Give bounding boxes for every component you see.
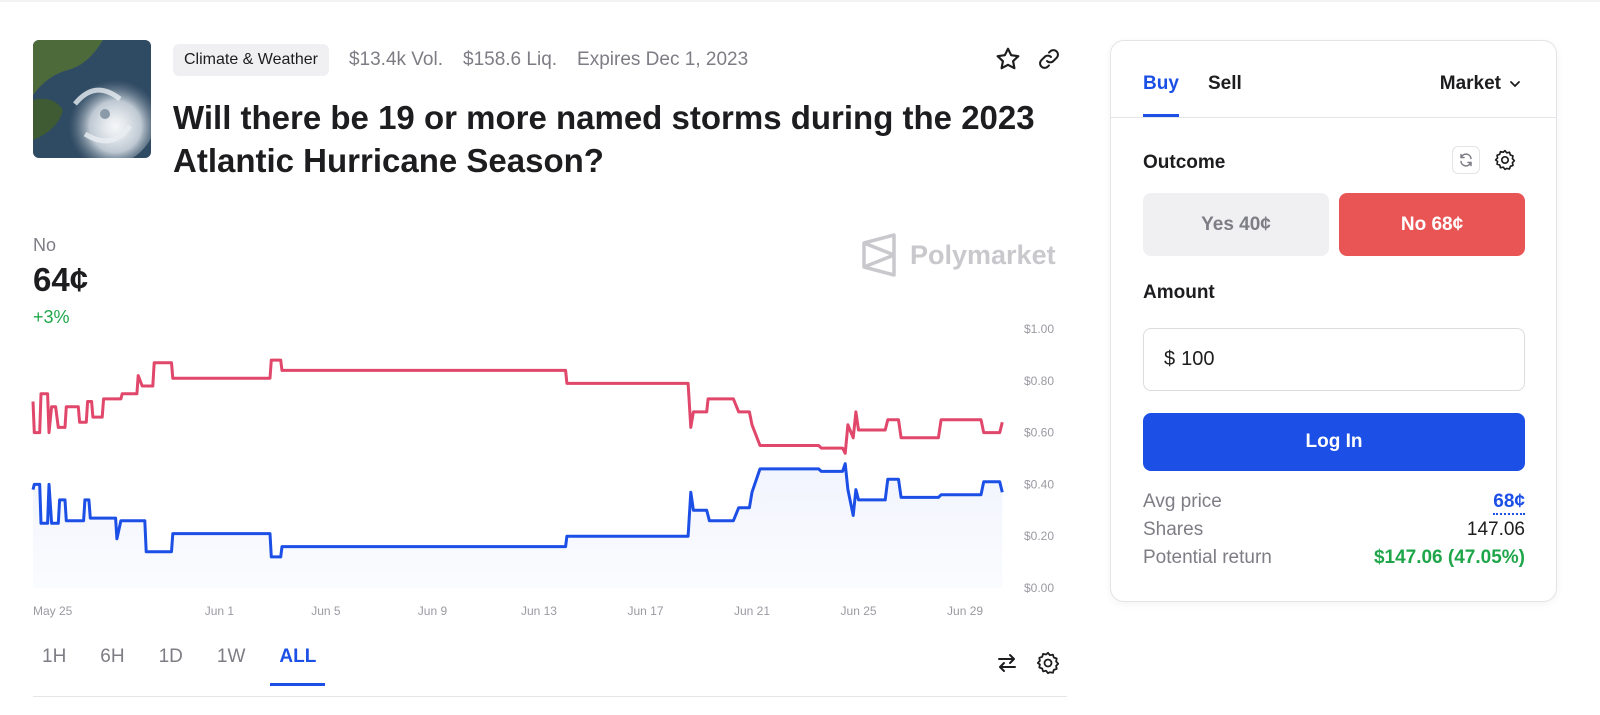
- amount-input[interactable]: [1181, 348, 1482, 371]
- price-chart[interactable]: $1.00 $0.80 $0.60 $0.40 $0.20 $0.00 May 25 Jun…: [0, 310, 1070, 630]
- login-button[interactable]: Log In: [1143, 413, 1525, 471]
- x-tick-label: Jun 1: [205, 604, 235, 618]
- current-price: 64¢: [33, 261, 89, 298]
- x-tick-label: May 25: [33, 604, 73, 618]
- shares-label: Shares: [1143, 519, 1204, 540]
- amount-label: Amount: [1143, 282, 1215, 303]
- trade-tabs: Buy Sell Market: [1111, 41, 1556, 118]
- no-outcome-button[interactable]: No 68¢: [1339, 193, 1525, 256]
- category-tag[interactable]: Climate & Weather: [173, 44, 329, 76]
- chart-outcome-label: No: [33, 235, 57, 255]
- order-type-label: Market: [1439, 73, 1501, 94]
- star-icon[interactable]: [991, 42, 1025, 76]
- liquidity-text: $158.6 Liq.: [463, 49, 558, 70]
- yes-series-area: [33, 463, 1003, 588]
- x-tick-label: Jun 21: [734, 604, 770, 618]
- x-tick-label: Jun 13: [521, 604, 557, 618]
- x-tick-label: Jun 9: [418, 604, 448, 618]
- tab-all[interactable]: ALL: [270, 640, 326, 686]
- y-tick-label: $0.80: [1024, 374, 1054, 388]
- amount-field[interactable]: $: [1143, 328, 1525, 391]
- market-meta: Climate & Weather $13.4k Vol. $158.6 Liq…: [173, 43, 748, 77]
- polymarket-logo-icon: [862, 233, 896, 277]
- x-tick-label: Jun 25: [841, 604, 877, 618]
- expiry-text: Expires Dec 1, 2023: [577, 49, 749, 70]
- tab-buy[interactable]: Buy: [1143, 73, 1179, 95]
- polymarket-watermark: Polymarket: [860, 233, 1056, 277]
- x-tick-label: Jun 5: [311, 604, 341, 618]
- avg-price-row: Avg price 68¢: [1143, 491, 1525, 515]
- avg-price-value[interactable]: 68¢: [1493, 491, 1525, 515]
- y-tick-label: $1.00: [1024, 322, 1054, 336]
- time-range-tabs: 1H 6H 1D 1W ALL: [33, 640, 341, 686]
- tab-1d[interactable]: 1D: [150, 640, 192, 686]
- y-tick-label: $0.40: [1024, 477, 1054, 491]
- gear-icon[interactable]: [1490, 145, 1520, 175]
- potential-return-value: $147.06 (47.05%): [1373, 547, 1525, 568]
- y-tick-label: $0.60: [1024, 426, 1054, 440]
- tabs-divider: [33, 696, 1067, 697]
- y-tick-label: $0.00: [1024, 581, 1054, 595]
- link-icon[interactable]: [1032, 42, 1066, 76]
- trade-panel: Buy Sell Market Outcome Yes 40¢ No 68¢ A…: [1110, 40, 1557, 602]
- order-type-dropdown[interactable]: Market: [1440, 73, 1521, 95]
- y-tick-label: $0.20: [1024, 529, 1054, 543]
- top-divider: [0, 0, 1600, 2]
- yes-outcome-button[interactable]: Yes 40¢: [1143, 193, 1329, 256]
- potential-return-row: Potential return $147.06 (47.05%): [1143, 547, 1525, 569]
- tab-6h[interactable]: 6H: [91, 640, 133, 686]
- chevron-down-icon: [1510, 81, 1520, 88]
- volume-text: $13.4k Vol.: [348, 49, 444, 70]
- x-tick-label: Jun 17: [627, 604, 663, 618]
- brand-name: Polymarket: [910, 239, 1056, 270]
- tab-1h[interactable]: 1H: [33, 640, 75, 686]
- swap-icon[interactable]: [990, 646, 1024, 680]
- gear-icon[interactable]: [1031, 646, 1065, 680]
- no-series-line: [31, 358, 1004, 455]
- potential-return-label: Potential return: [1143, 547, 1272, 568]
- shares-value: 147.06: [1466, 519, 1525, 540]
- tab-sell[interactable]: Sell: [1208, 73, 1242, 95]
- avg-price-label: Avg price: [1143, 491, 1222, 512]
- market-thumbnail: [33, 40, 151, 158]
- refresh-icon[interactable]: [1452, 146, 1480, 174]
- shares-row: Shares 147.06: [1143, 519, 1525, 541]
- currency-symbol: $: [1164, 348, 1176, 370]
- outcome-label: Outcome: [1143, 152, 1226, 173]
- market-title: Will there be 19 or more named storms du…: [173, 99, 1035, 179]
- active-tab-indicator: [1143, 114, 1179, 117]
- x-tick-label: Jun 29: [947, 604, 983, 618]
- tab-1w[interactable]: 1W: [208, 640, 255, 686]
